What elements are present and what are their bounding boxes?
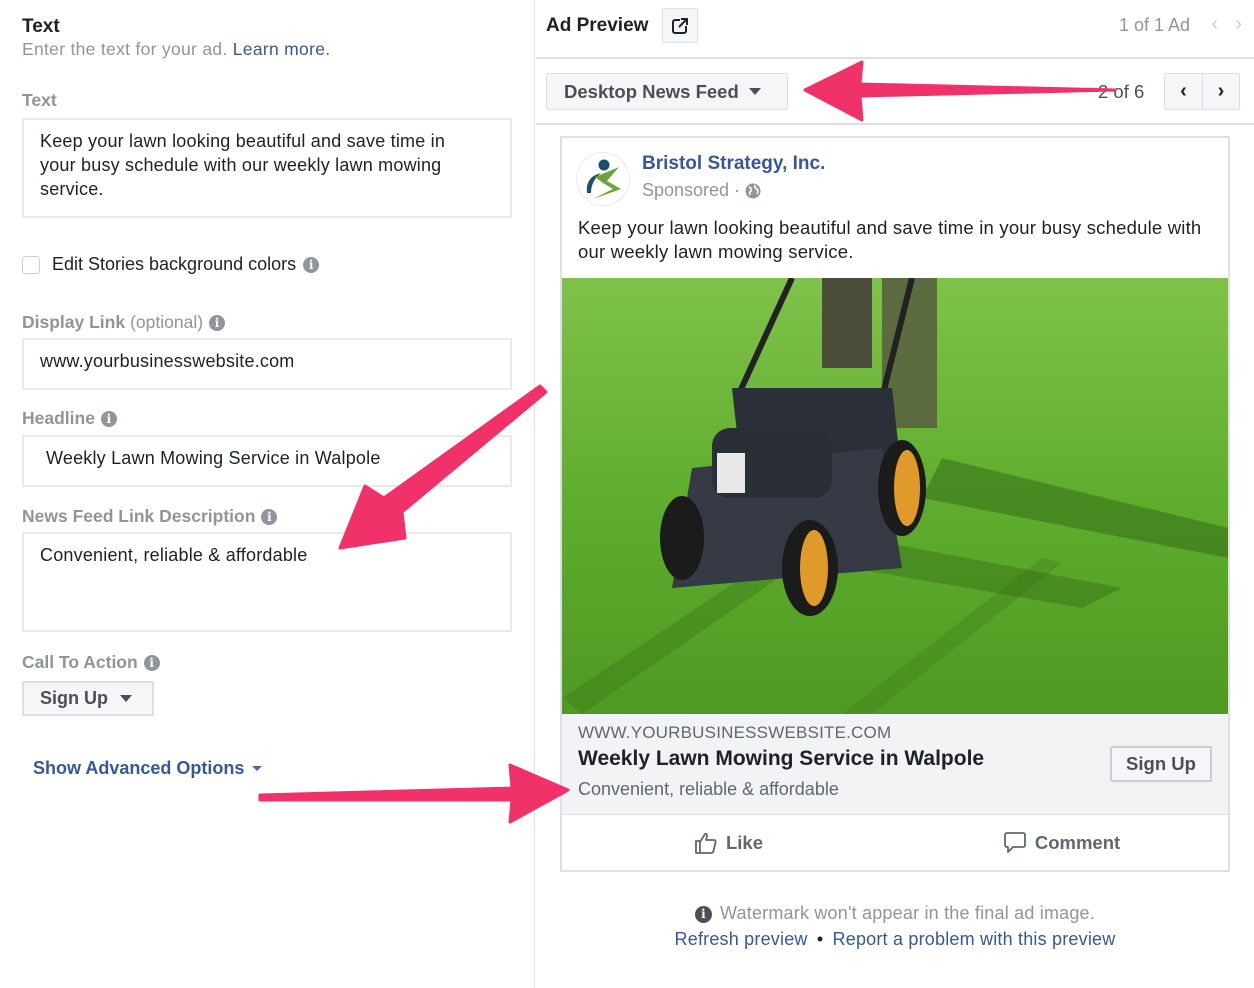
info-icon: i [143, 654, 160, 671]
placement-value: Desktop News Feed [564, 80, 739, 102]
optional-tag: (optional) [130, 312, 204, 332]
like-button[interactable]: Like [562, 816, 895, 870]
headline-label-text: Headline [22, 408, 95, 428]
globe-icon [745, 183, 761, 198]
link-headline: Weekly Lawn Mowing Service in Walpole [578, 747, 985, 770]
ad-image[interactable] [562, 278, 1228, 714]
lawn-mower-image [562, 278, 1228, 714]
placement-pager: ‹ › [1164, 73, 1240, 110]
learn-more-link[interactable]: Learn more. [233, 39, 331, 59]
placement-bar: Desktop News Feed 2 of 6 ‹ › [536, 61, 1254, 125]
section-title: Text [22, 16, 60, 37]
page-name-link[interactable]: Bristol Strategy, Inc. [642, 153, 825, 175]
headline-input[interactable]: Weekly Lawn Mowing Service in Walpole [22, 435, 512, 487]
link-preview[interactable]: WWW.YOURBUSINESSWEBSITE.COM Weekly Lawn … [562, 714, 1228, 815]
ad-preview-panel: Ad Preview 1 of 1 Ad ‹ › Desktop News Fe… [536, 0, 1254, 988]
watermark-note-text: Watermark won't appear in the final ad i… [720, 903, 1095, 923]
section-subtitle-text: Enter the text for your ad. [22, 39, 228, 59]
thumbs-up-icon [695, 832, 717, 854]
stories-colors-row: Edit Stories background colors i [22, 254, 320, 275]
section-subtitle: Enter the text for your ad. Learn more. [22, 39, 330, 60]
info-icon: i [303, 256, 320, 273]
page-avatar[interactable] [576, 152, 630, 206]
comment-label: Comment [1034, 832, 1121, 853]
post-text: Keep your lawn looking beautiful and sav… [578, 217, 1202, 262]
post-actions: Like Comment [562, 816, 1228, 870]
sponsored-label: Sponsored · [642, 180, 761, 201]
cta-label: Call To Action i [22, 652, 160, 673]
comment-icon [1003, 832, 1026, 853]
next-ad-button[interactable]: › [1235, 13, 1242, 36]
stories-colors-label: Edit Stories background colors [52, 254, 297, 274]
info-icon: i [695, 906, 713, 923]
ad-preview-card: Bristol Strategy, Inc. Sponsored · Keep … [560, 136, 1230, 872]
placement-dropdown[interactable]: Desktop News Feed [546, 73, 788, 110]
text-label: Text [22, 90, 57, 111]
like-label: Like [725, 832, 764, 853]
preview-footer-links: Refresh preview • Report a problem with … [536, 929, 1254, 950]
watermark-note: i Watermark won't appear in the final ad … [536, 903, 1254, 924]
stories-colors-checkbox[interactable] [22, 255, 40, 274]
cta-dropdown[interactable]: Sign Up [22, 681, 154, 716]
preview-title: Ad Preview [546, 15, 649, 36]
link-description: Convenient, reliable & affordable [578, 779, 839, 799]
open-external-button[interactable] [662, 8, 698, 43]
display-link-label: Display Link (optional) i [22, 312, 226, 333]
cta-label-text: Call To Action [22, 652, 138, 672]
show-advanced-options-link[interactable]: Show Advanced Options [33, 758, 263, 779]
link-url: WWW.YOURBUSINESSWEBSITE.COM [578, 723, 892, 742]
prev-ad-button[interactable]: ‹ [1211, 13, 1218, 36]
next-placement-button[interactable]: › [1202, 74, 1239, 109]
placement-count: 2 of 6 [1098, 81, 1145, 102]
text-input[interactable]: Keep your lawn looking beautiful and sav… [22, 118, 512, 218]
display-link-label-text: Display Link [22, 312, 126, 332]
caret-down-icon [748, 88, 761, 95]
text-label-text: Text [22, 90, 57, 110]
comment-button[interactable]: Comment [895, 816, 1228, 870]
caret-down-icon [120, 695, 132, 702]
info-icon: i [100, 410, 117, 427]
external-link-icon [672, 17, 688, 34]
link-description-label-text: News Feed Link Description [22, 506, 256, 526]
preview-header: Ad Preview 1 of 1 Ad ‹ › [536, 0, 1254, 59]
display-link-input[interactable]: www.yourbusinesswebsite.com [22, 338, 512, 390]
caret-down-icon [252, 766, 263, 771]
link-description-input[interactable]: Convenient, reliable & affordable [22, 532, 512, 632]
headline-label: Headline i [22, 408, 117, 429]
refresh-preview-link[interactable]: Refresh preview [675, 929, 808, 949]
info-icon: i [209, 314, 226, 331]
sponsored-text: Sponsored · [642, 180, 741, 200]
ad-count: 1 of 1 Ad [1118, 15, 1190, 35]
cta-dropdown-value: Sign Up [40, 688, 108, 708]
report-problem-link[interactable]: Report a problem with this preview [833, 929, 1116, 949]
sign-up-button[interactable]: Sign Up [1110, 746, 1212, 782]
prev-placement-button[interactable]: ‹ [1165, 74, 1202, 109]
bristol-logo-icon [586, 159, 621, 199]
advanced-options-label: Show Advanced Options [33, 758, 245, 778]
separator: • [816, 929, 824, 949]
ad-text-editor-panel: Text Enter the text for your ad. Learn m… [0, 0, 535, 988]
info-icon: i [261, 508, 278, 525]
link-description-label: News Feed Link Description i [22, 506, 278, 527]
